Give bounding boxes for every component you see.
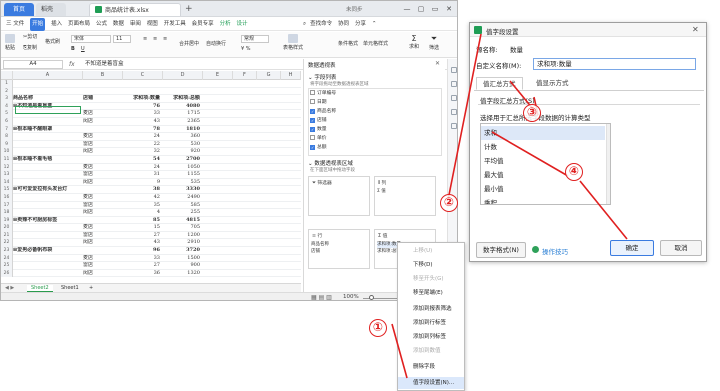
step-marker-4: ④ xyxy=(565,163,583,181)
step-marker-2: ② xyxy=(440,194,458,212)
arrow-step4b xyxy=(579,180,628,240)
arrow-step2 xyxy=(447,33,482,201)
annotation-arrows xyxy=(391,33,628,379)
arrow-step1 xyxy=(391,323,408,379)
step-marker-1: ① xyxy=(369,319,387,337)
arrow-step4a xyxy=(491,131,569,177)
step-marker-3: ③ xyxy=(523,104,541,122)
